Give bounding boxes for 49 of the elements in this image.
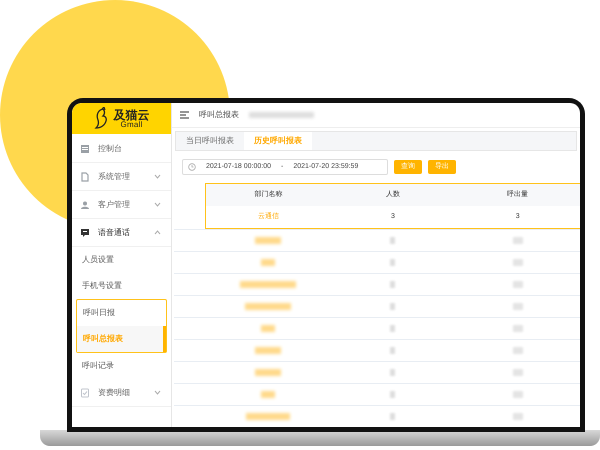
blurred-text bbox=[260, 325, 274, 332]
sidebar-item[interactable]: 资费明细 bbox=[72, 379, 171, 407]
blurred-text bbox=[512, 413, 522, 420]
sidebar-subitem[interactable]: 呼叫记录 bbox=[72, 353, 171, 379]
blurred-breadcrumb bbox=[249, 112, 314, 118]
blurred-text bbox=[246, 413, 290, 420]
sidebar-item[interactable]: 控制台 bbox=[72, 135, 171, 163]
blurred-text bbox=[390, 369, 395, 376]
sidebar-item[interactable]: 系统管理 bbox=[72, 163, 171, 191]
cat-logo-icon bbox=[94, 106, 110, 130]
sidebar-subitem[interactable]: 手机号设置 bbox=[72, 273, 171, 299]
blurred-text bbox=[512, 303, 522, 310]
chat-bubble-icon bbox=[80, 228, 90, 238]
clock-icon bbox=[188, 163, 196, 171]
blurred-text bbox=[244, 303, 290, 310]
blurred-text bbox=[512, 259, 522, 266]
blurred-text bbox=[390, 237, 395, 244]
tab[interactable]: 当日呼叫报表 bbox=[176, 132, 244, 150]
blurred-text bbox=[512, 347, 522, 354]
blurred-text bbox=[390, 413, 395, 420]
page-title: 呼叫总报表 bbox=[199, 108, 239, 121]
blurred-text bbox=[512, 325, 522, 332]
blurred-text bbox=[254, 369, 280, 376]
blurred-text bbox=[260, 259, 274, 266]
blurred-text bbox=[240, 281, 296, 288]
sidebar-item[interactable]: 语音通话 bbox=[72, 219, 171, 247]
blurred-text bbox=[254, 237, 280, 244]
document-check-icon bbox=[80, 388, 90, 398]
user-icon bbox=[80, 200, 90, 210]
bar-chart-icon bbox=[80, 144, 90, 154]
sidebar-item[interactable]: 客户管理 bbox=[72, 191, 171, 219]
blurred-text bbox=[390, 325, 395, 332]
logo-subtitle: Gmall bbox=[120, 120, 142, 128]
blurred-text bbox=[512, 281, 522, 288]
blurred-text bbox=[512, 369, 522, 376]
sidebar-subitem[interactable]: 呼叫日报 bbox=[77, 300, 166, 326]
blurred-text bbox=[260, 391, 274, 398]
blurred-text bbox=[390, 281, 395, 288]
menu-icon bbox=[180, 110, 189, 119]
blurred-text bbox=[254, 347, 280, 354]
blurred-text bbox=[390, 391, 395, 398]
blurred-text bbox=[390, 259, 395, 266]
blurred-text bbox=[512, 237, 522, 244]
sidebar-subitem[interactable]: 人员设置 bbox=[72, 247, 171, 273]
blurred-text bbox=[390, 303, 395, 310]
blurred-text bbox=[512, 391, 522, 398]
document-icon bbox=[80, 172, 90, 182]
blurred-text bbox=[390, 347, 395, 354]
logo-name: 及猫云 bbox=[114, 108, 150, 120]
